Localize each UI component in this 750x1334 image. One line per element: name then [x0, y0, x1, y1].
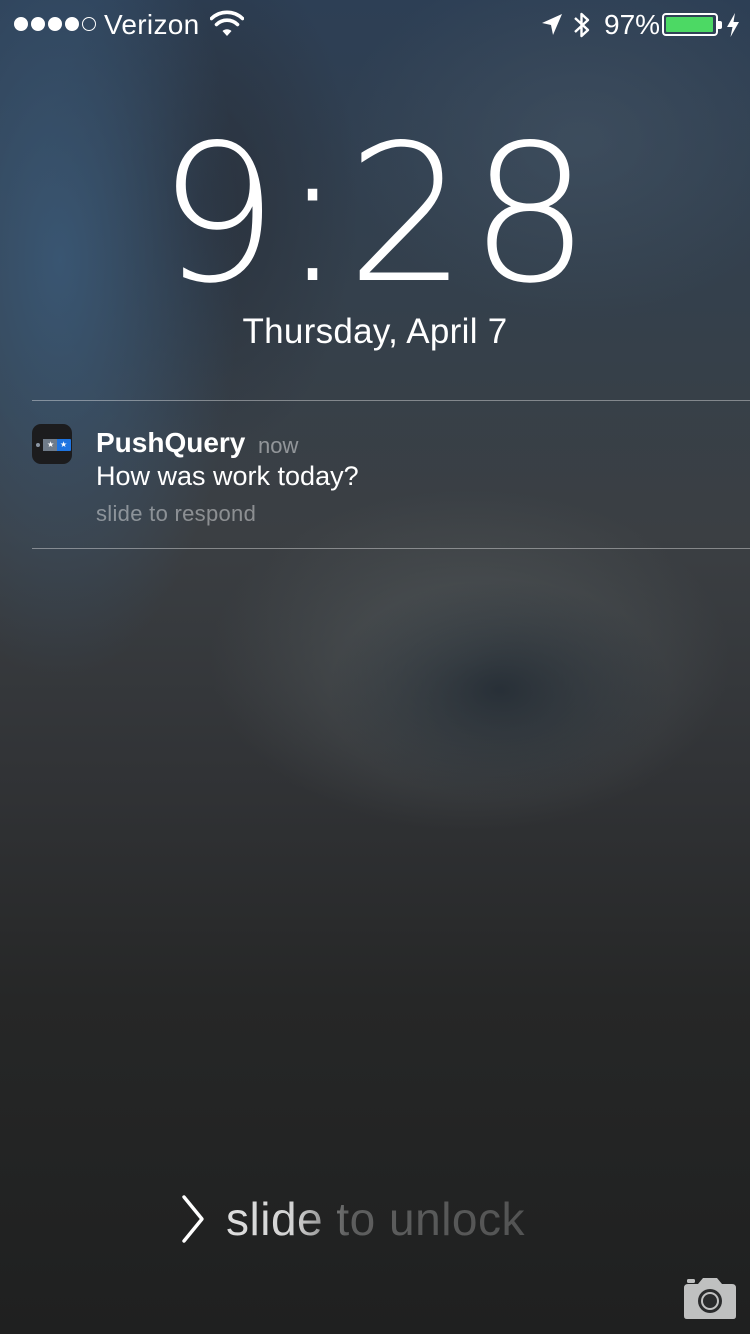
notification-divider-bottom	[32, 548, 750, 549]
camera-icon[interactable]	[682, 1276, 738, 1325]
lock-screen-date: Thursday, April 7	[242, 312, 508, 351]
slide-to-unlock-label: slide to unlock	[226, 1193, 525, 1245]
signal-dot-empty	[82, 17, 96, 31]
charging-bolt-icon	[726, 13, 740, 42]
signal-dot	[65, 17, 79, 31]
signal-dot	[48, 17, 62, 31]
notification-item[interactable]: ★ ★ PushQuery now How was work today? sl…	[0, 401, 750, 548]
slide-to-unlock[interactable]: slide to unlock	[0, 1190, 750, 1250]
battery-percentage: 97%	[604, 9, 661, 40]
notification-message: How was work today?	[96, 461, 359, 491]
location-arrow-icon	[540, 12, 564, 43]
chevron-right-icon	[180, 1194, 206, 1249]
signal-dot	[31, 17, 45, 31]
signal-dot	[14, 17, 28, 31]
signal-strength-indicator	[14, 17, 96, 31]
notification-app-name: PushQuery	[96, 427, 246, 458]
notification-slide-hint: slide to respond	[96, 501, 257, 526]
battery-nub	[718, 21, 722, 29]
wifi-icon	[209, 10, 245, 43]
pushquery-app-icon: ★ ★	[32, 424, 72, 464]
carrier-name: Verizon	[104, 9, 200, 40]
battery-fill	[666, 17, 713, 32]
battery-icon	[662, 13, 722, 36]
bluetooth-icon	[572, 10, 592, 45]
notification-time: now	[258, 433, 299, 458]
status-bar: Verizon 97%	[0, 0, 750, 50]
lock-screen-time: 9:28	[157, 104, 593, 325]
